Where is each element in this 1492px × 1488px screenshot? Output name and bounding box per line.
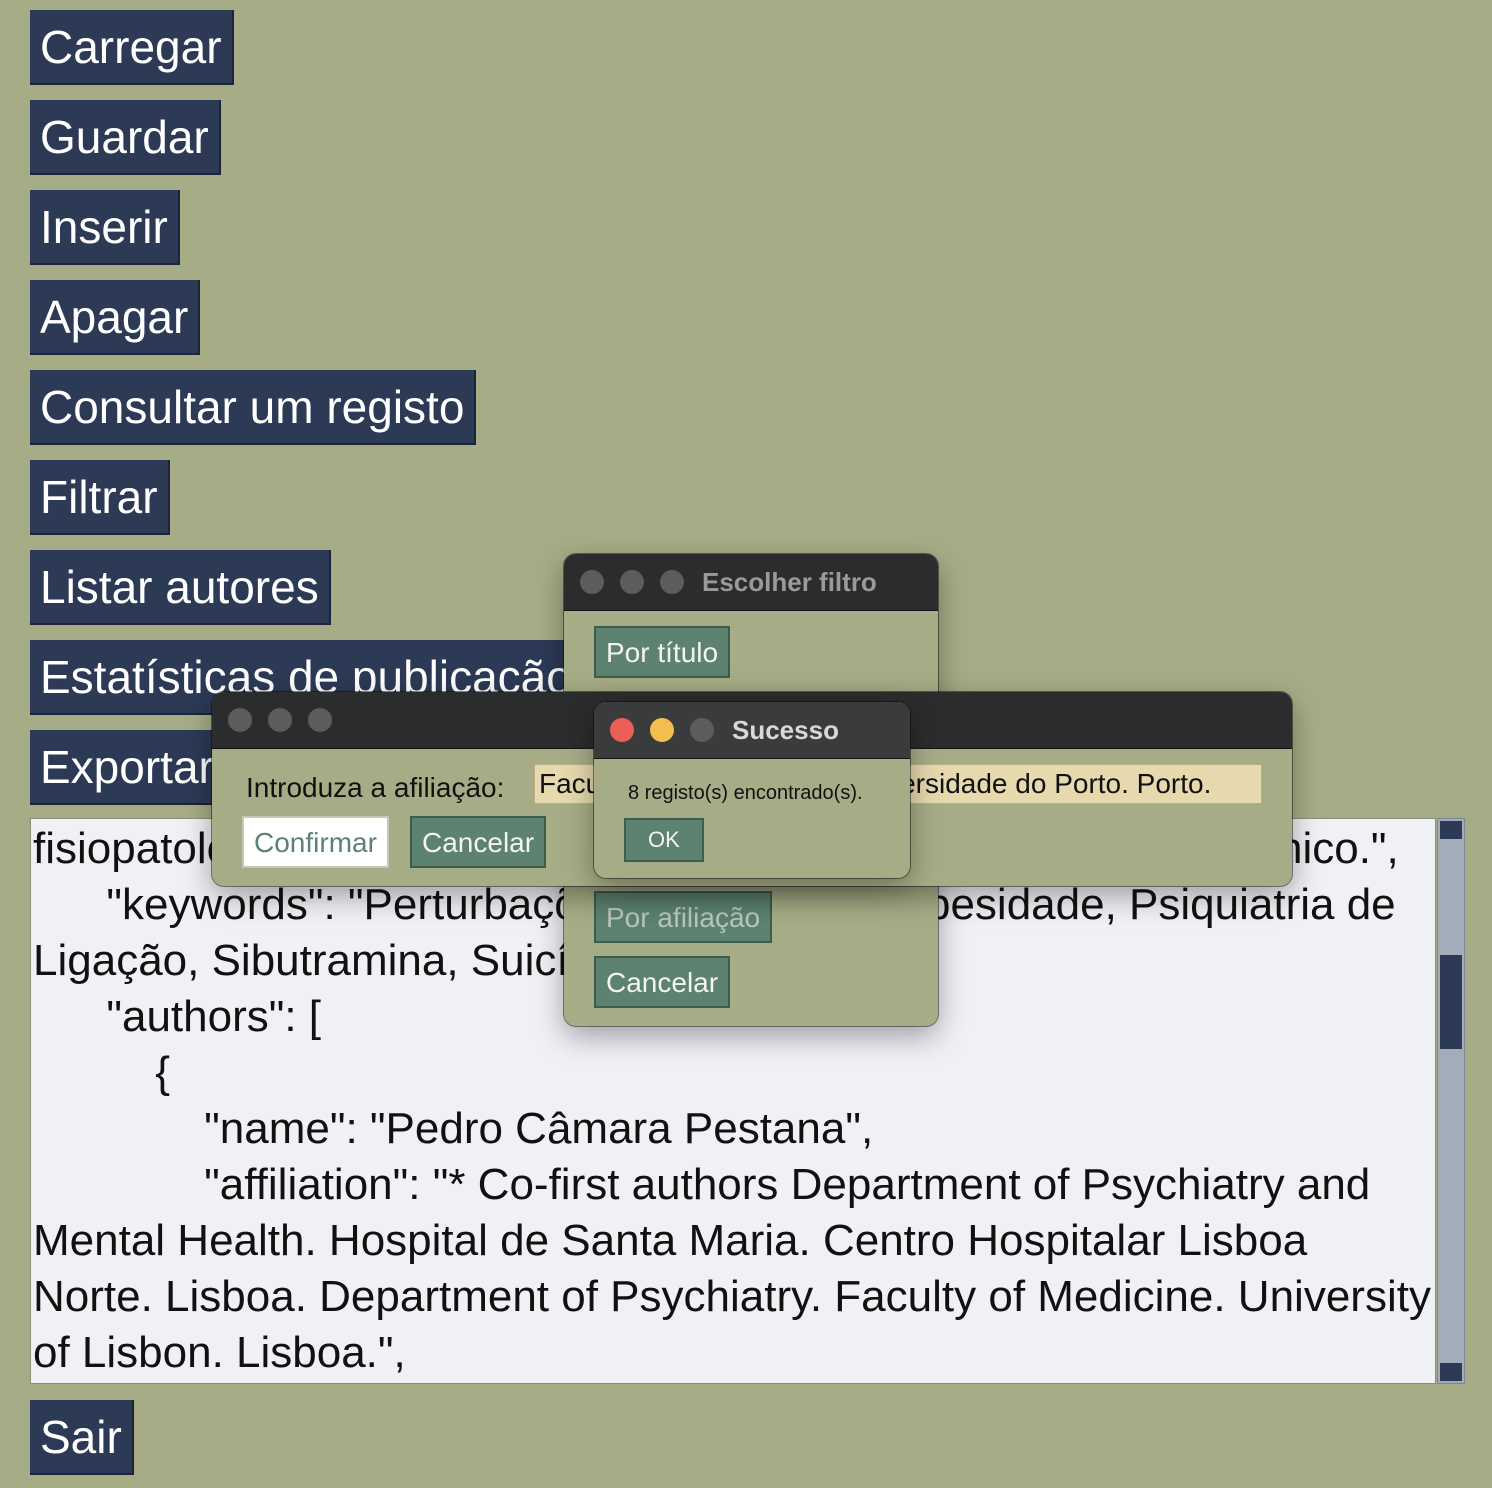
confirm-button[interactable]: Confirmar xyxy=(242,816,389,868)
affiliation-prompt-label: Introduza a afiliação: xyxy=(246,772,505,803)
exit-button[interactable]: Sair xyxy=(30,1400,134,1475)
filter-dialog-title: Escolher filtro xyxy=(702,567,877,597)
success-dialog-title: Sucesso xyxy=(732,715,839,745)
close-icon[interactable] xyxy=(580,570,604,594)
filter-button[interactable]: Filtrar xyxy=(30,460,170,535)
affiliation-cancel-button[interactable]: Cancelar xyxy=(410,816,547,868)
scroll-up-arrow[interactable] xyxy=(1440,821,1462,839)
close-icon[interactable] xyxy=(610,718,634,742)
consult-record-button[interactable]: Consultar um registo xyxy=(30,370,477,445)
list-authors-button[interactable]: Listar autores xyxy=(30,550,331,625)
zoom-icon[interactable] xyxy=(308,708,332,732)
zoom-icon[interactable] xyxy=(690,718,714,742)
success-dialog-titlebar: Sucesso xyxy=(594,702,910,759)
load-button[interactable]: Carregar xyxy=(30,10,234,85)
success-message: 8 registo(s) encontrado(s). xyxy=(628,782,863,804)
filter-dialog-titlebar: Escolher filtro xyxy=(564,554,938,611)
minimize-icon[interactable] xyxy=(650,718,674,742)
zoom-icon[interactable] xyxy=(660,570,684,594)
filter-by-affiliation-button[interactable]: Por afiliação xyxy=(594,891,773,943)
filter-by-title-button[interactable]: Por título xyxy=(594,626,731,678)
minimize-icon[interactable] xyxy=(620,570,644,594)
success-dialog: Sucesso 8 registo(s) encontrado(s). OK xyxy=(594,702,910,878)
scroll-down-arrow[interactable] xyxy=(1440,1363,1462,1381)
insert-button[interactable]: Inserir xyxy=(30,190,180,265)
text-scrollbar[interactable] xyxy=(1437,818,1465,1384)
filter-cancel-button[interactable]: Cancelar xyxy=(594,956,731,1008)
save-button[interactable]: Guardar xyxy=(30,100,221,175)
scroll-thumb[interactable] xyxy=(1440,955,1462,1049)
close-icon[interactable] xyxy=(228,708,252,732)
delete-button[interactable]: Apagar xyxy=(30,280,201,355)
export-button[interactable]: Exportar xyxy=(30,730,230,805)
ok-button[interactable]: OK xyxy=(624,818,704,862)
minimize-icon[interactable] xyxy=(268,708,292,732)
